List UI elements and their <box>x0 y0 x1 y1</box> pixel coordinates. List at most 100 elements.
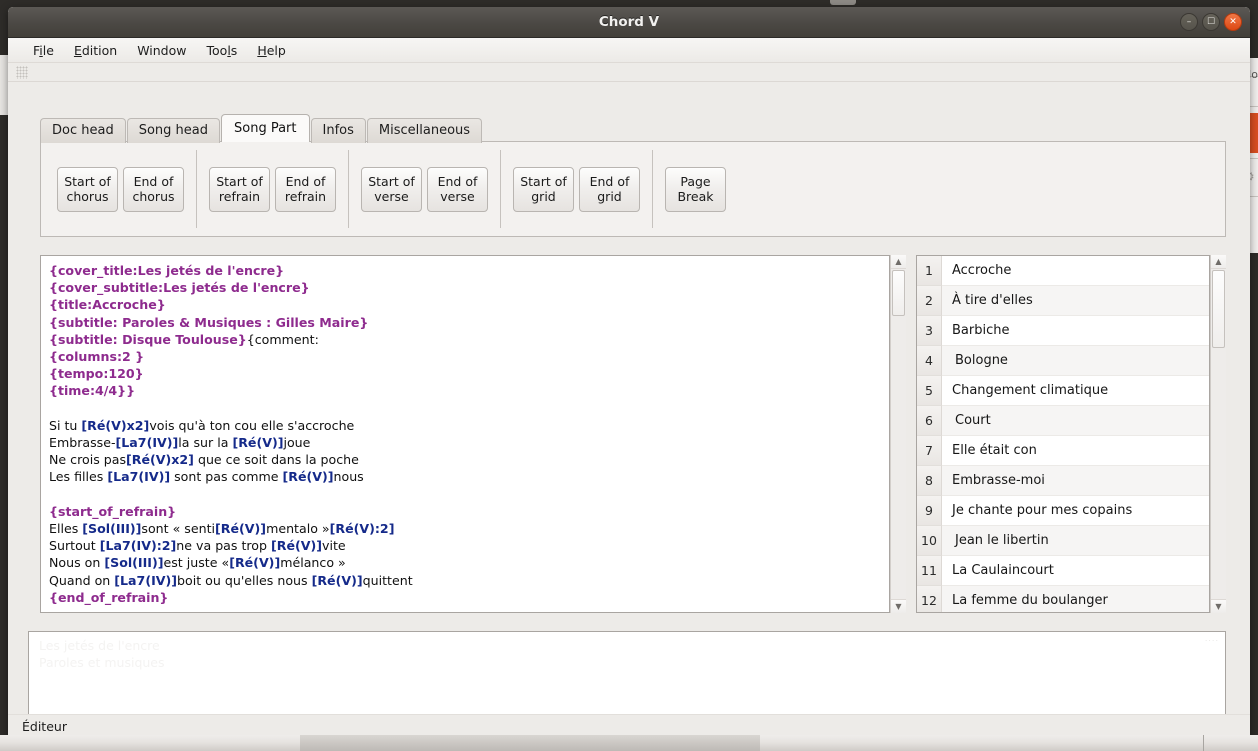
song-row-title[interactable]: Barbiche <box>942 316 1209 346</box>
song-row-number: 9 <box>917 496 942 526</box>
lyric-text: la sur la <box>178 435 232 450</box>
song-row-title[interactable]: Bologne <box>942 346 1209 376</box>
song-row-title[interactable]: À tire d'elles <box>942 286 1209 316</box>
menu-file[interactable]: File <box>24 41 63 60</box>
minimize-button[interactable]: – <box>1180 13 1198 31</box>
song-row-title[interactable]: La Caulaincourt <box>942 556 1209 586</box>
editor-and-list-row: {cover_title:Les jetés de l'encre}{cover… <box>40 255 1226 613</box>
editor-line <box>49 486 881 503</box>
song-list-row[interactable]: 3Barbiche <box>917 316 1209 346</box>
end-of-refrain-button[interactable]: End of refrain <box>275 167 336 212</box>
editor-line: {tempo:120} <box>49 365 881 382</box>
menubar: File Edition Window Tools Help <box>8 38 1250 63</box>
song-row-title[interactable]: La femme du boulanger <box>942 586 1209 612</box>
group-separator <box>196 150 197 228</box>
end-of-grid-button[interactable]: End of grid <box>579 167 640 212</box>
lyric-text: {comment: <box>247 332 319 347</box>
tab-song-head[interactable]: Song head <box>127 118 220 143</box>
song-list-row[interactable]: 11La Caulaincourt <box>917 556 1209 586</box>
taskbar-divider <box>1203 735 1204 751</box>
grid-button-group: Start of grid End of grid <box>513 167 640 212</box>
song-row-title[interactable]: Court <box>942 406 1209 436</box>
editor-line: {cover_title:Les jetés de l'encre} <box>49 262 881 279</box>
btn-line2: verse <box>440 189 474 204</box>
start-of-refrain-button[interactable]: Start of refrain <box>209 167 270 212</box>
song-list-row[interactable]: 9Je chante pour mes copains <box>917 496 1209 526</box>
song-row-title[interactable]: Accroche <box>942 256 1209 286</box>
start-of-grid-button[interactable]: Start of grid <box>513 167 574 212</box>
song-list-row[interactable]: 5Changement climatique <box>917 376 1209 406</box>
scroll-down-icon[interactable]: ▼ <box>1211 599 1226 613</box>
editor-line: Elles [Sol(III)]sont « senti[Ré(V)]menta… <box>49 520 881 537</box>
song-row-title[interactable]: Changement climatique <box>942 376 1209 406</box>
page-break-button[interactable]: Page Break <box>665 167 726 212</box>
song-row-title[interactable]: Elle était con <box>942 436 1209 466</box>
desktop-taskbar[interactable] <box>0 735 1258 751</box>
lyric-text: Ne crois pas <box>49 452 126 467</box>
song-list-row[interactable]: 12La femme du boulanger <box>917 586 1209 612</box>
editor-line: {cover_subtitle:Les jetés de l'encre} <box>49 279 881 296</box>
song-row-number: 3 <box>917 316 942 346</box>
song-list-row[interactable]: 4Bologne <box>917 346 1209 376</box>
editor-vertical-scrollbar[interactable]: ▲ ▼ <box>890 255 906 613</box>
scrollbar-thumb[interactable] <box>1212 270 1225 348</box>
close-button[interactable]: ✕ <box>1224 13 1242 31</box>
editor-line: Ne crois pas[Ré(V)x2] que ce soit dans l… <box>49 451 881 468</box>
preview-corner-mark: .... <box>1205 634 1219 643</box>
song-row-title[interactable]: Je chante pour mes copains <box>942 496 1209 526</box>
scrollbar-thumb[interactable] <box>892 270 905 316</box>
song-row-number: 6 <box>917 406 942 436</box>
lyric-text: mélanco » <box>280 555 346 570</box>
menu-help[interactable]: Help <box>248 41 295 60</box>
song-list[interactable]: 1Accroche2À tire d'elles3Barbiche4Bologn… <box>916 255 1210 613</box>
song-list-row[interactable]: 6Court <box>917 406 1209 436</box>
editor-line: Si tu [Ré(V)x2]vois qu'à ton cou elle s'… <box>49 417 881 434</box>
chordpro-editor-text[interactable]: {cover_title:Les jetés de l'encre}{cover… <box>41 256 889 612</box>
scrollbar-track[interactable] <box>891 269 906 599</box>
song-list-row[interactable]: 2À tire d'elles <box>917 286 1209 316</box>
scroll-down-icon[interactable]: ▼ <box>891 599 906 613</box>
titlebar[interactable]: Chord V – ☐ ✕ <box>8 7 1250 38</box>
menu-window[interactable]: Window <box>128 41 195 60</box>
lyric-text: joue <box>283 435 310 450</box>
tab-miscellaneous[interactable]: Miscellaneous <box>367 118 482 143</box>
preview-line-1: Les jetés de l'encre <box>39 637 1215 654</box>
song-list-row[interactable]: 8Embrasse-moi <box>917 466 1209 496</box>
lyric-text: boit ou qu'elles nous <box>177 573 312 588</box>
window-body: Doc head Song head Song Part Infos Misce… <box>8 83 1250 738</box>
song-list-row[interactable]: 10Jean le libertin <box>917 526 1209 556</box>
tab-label: Miscellaneous <box>379 123 470 138</box>
menu-edition[interactable]: Edition <box>65 41 126 60</box>
end-of-chorus-button[interactable]: End of chorus <box>123 167 184 212</box>
song-list-vertical-scrollbar[interactable]: ▲ ▼ <box>1210 255 1226 613</box>
background-window-left-edge <box>0 55 8 115</box>
song-list-row[interactable]: 7Elle était con <box>917 436 1209 466</box>
chordpro-editor[interactable]: {cover_title:Les jetés de l'encre}{cover… <box>40 255 890 613</box>
tab-infos[interactable]: Infos <box>311 118 366 143</box>
song-row-title[interactable]: Embrasse-moi <box>942 466 1209 496</box>
editor-line: {subtitle: Paroles & Musiques : Gilles M… <box>49 314 881 331</box>
verse-button-group: Start of verse End of verse <box>361 167 488 212</box>
start-of-verse-button[interactable]: Start of verse <box>361 167 422 212</box>
song-list-row[interactable]: 1Accroche <box>917 256 1209 286</box>
scroll-up-icon[interactable]: ▲ <box>891 255 906 269</box>
preview-panel[interactable]: Les jetés de l'encreParoles et musiques … <box>28 631 1226 716</box>
desktop-background: No ⚙ Chord V – ☐ ✕ File <box>0 0 1258 751</box>
tab-song-part[interactable]: Song Part <box>221 114 310 142</box>
chord-token: [Ré(V)] <box>271 538 322 553</box>
menu-tools[interactable]: Tools <box>198 41 247 60</box>
chordpro-directive: {tempo:120} <box>49 366 144 381</box>
tab-doc-head[interactable]: Doc head <box>40 118 126 143</box>
chord-token: [Ré(V)x2] <box>126 452 194 467</box>
toolbar-grip-handle[interactable] <box>16 66 28 79</box>
editor-line: {start_of_refrain} <box>49 503 881 520</box>
start-of-chorus-button[interactable]: Start of chorus <box>57 167 118 212</box>
maximize-button[interactable]: ☐ <box>1202 13 1220 31</box>
tab-label: Infos <box>323 123 354 138</box>
scroll-up-icon[interactable]: ▲ <box>1211 255 1226 269</box>
song-row-title[interactable]: Jean le libertin <box>942 526 1209 556</box>
window-controls: – ☐ ✕ <box>1180 13 1242 31</box>
chordpro-directive: {subtitle: Disque Toulouse} <box>49 332 247 347</box>
editor-line: Surtout [La7(IV):2]ne va pas trop [Ré(V)… <box>49 537 881 554</box>
end-of-verse-button[interactable]: End of verse <box>427 167 488 212</box>
